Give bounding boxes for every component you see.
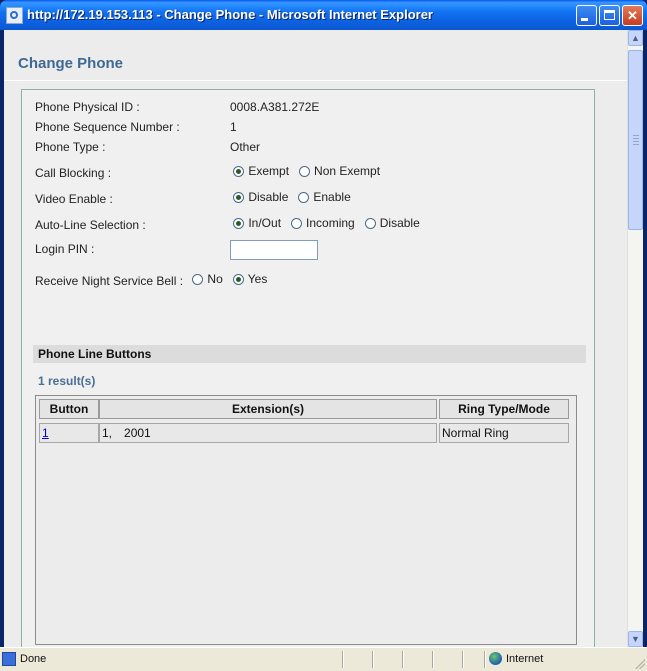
title-bar: http://172.19.153.113 - Change Phone - M… <box>0 0 647 30</box>
night-bell-yes-label: Yes <box>247 272 268 286</box>
night-bell-no-label: No <box>207 272 223 286</box>
vertical-scrollbar[interactable]: ▲ ▼ <box>627 30 643 647</box>
globe-icon <box>489 652 502 665</box>
sequence-value: 1 <box>230 120 237 134</box>
call-blocking-nonexempt-radio[interactable] <box>299 165 311 177</box>
auto-line-incoming-label: Incoming <box>306 216 355 230</box>
security-zone-label: Internet <box>506 653 544 665</box>
minimize-icon <box>581 18 588 21</box>
night-bell-options: No Yes <box>192 272 273 286</box>
phone-type-row: Phone Type : Other <box>35 140 260 154</box>
ie-page-icon <box>6 7 23 24</box>
phone-type-value: Other <box>230 140 261 154</box>
close-icon: ✕ <box>627 8 638 23</box>
video-enable-radio[interactable] <box>298 191 310 203</box>
physical-id-label: Phone Physical ID : <box>35 100 140 114</box>
sequence-row: Phone Sequence Number : 1 <box>35 120 237 134</box>
minimize-button[interactable] <box>576 5 597 26</box>
login-pin-row: Login PIN : <box>35 240 318 260</box>
scroll-thumb[interactable] <box>628 50 643 230</box>
scroll-up-button[interactable]: ▲ <box>628 30 643 46</box>
night-bell-yes-radio[interactable] <box>232 273 244 285</box>
auto-line-row: Auto-Line Selection : In/Out Incoming Di… <box>35 216 426 232</box>
extension-index: 1, <box>102 426 113 440</box>
resize-grip-icon[interactable] <box>635 659 645 669</box>
extension-number: 2001 <box>124 426 151 440</box>
night-bell-no-radio[interactable] <box>192 273 204 285</box>
auto-line-inout-radio[interactable] <box>233 217 245 229</box>
cell-button: 1 <box>39 423 99 443</box>
auto-line-label: Auto-Line Selection : <box>35 217 146 232</box>
night-bell-row: Receive Night Service Bell : No Yes <box>35 272 273 288</box>
maximize-button[interactable] <box>599 5 620 26</box>
phone-type-label: Phone Type : <box>35 140 106 154</box>
auto-line-options: In/Out Incoming Disable <box>233 216 425 230</box>
maximize-icon <box>604 10 615 20</box>
call-blocking-label: Call Blocking : <box>35 165 112 180</box>
video-disable-radio[interactable] <box>233 191 245 203</box>
night-bell-label: Receive Night Service Bell : <box>35 273 184 288</box>
call-blocking-exempt-label: Exempt <box>248 164 290 178</box>
scroll-down-button[interactable]: ▼ <box>628 631 643 647</box>
video-enable-label: Video Enable : <box>35 191 113 206</box>
line-buttons-table: Button Extension(s) Ring Type/Mode 1 1, 2… <box>35 395 577 645</box>
status-bar: Done Internet <box>0 647 647 671</box>
results-count: 1 result(s) <box>38 374 96 388</box>
call-blocking-exempt-radio[interactable] <box>233 165 245 177</box>
call-blocking-row: Call Blocking : Exempt Non Exempt <box>35 164 386 180</box>
browser-client-area: Change Phone Phone Physical ID : 0008.A38… <box>4 30 643 647</box>
page-content: Change Phone Phone Physical ID : 0008.A38… <box>4 30 627 647</box>
close-button[interactable]: ✕ <box>622 5 643 26</box>
status-text: Done <box>20 653 47 665</box>
column-header-ring-type[interactable]: Ring Type/Mode <box>439 399 569 419</box>
auto-line-incoming-radio[interactable] <box>291 217 303 229</box>
line-buttons-section-title: Phone Line Buttons <box>33 345 586 363</box>
call-blocking-nonexempt-label: Non Exempt <box>314 164 381 178</box>
browser-window: http://172.19.153.113 - Change Phone - M… <box>0 0 647 671</box>
phone-settings-panel: Phone Physical ID : 0008.A381.272E Phone … <box>21 89 595 647</box>
column-header-extensions[interactable]: Extension(s) <box>99 399 437 419</box>
cell-extensions: 1, 2001 <box>99 423 437 443</box>
chevron-down-icon: ▼ <box>631 634 640 644</box>
auto-line-disable-label: Disable <box>379 216 420 230</box>
window-title: http://172.19.153.113 - Change Phone - M… <box>27 7 433 22</box>
video-disable-label: Disable <box>248 190 289 204</box>
button-link[interactable]: 1 <box>42 426 49 440</box>
auto-line-disable-radio[interactable] <box>364 217 376 229</box>
video-enable-row: Video Enable : Disable Enable <box>35 190 357 206</box>
physical-id-row: Phone Physical ID : 0008.A381.272E <box>35 100 319 114</box>
chevron-up-icon: ▲ <box>631 33 640 43</box>
login-pin-label: Login PIN : <box>35 242 95 257</box>
ie-page-icon <box>2 652 16 666</box>
column-header-button[interactable]: Button <box>39 399 99 419</box>
auto-line-inout-label: In/Out <box>248 216 282 230</box>
page-title: Change Phone <box>18 55 124 72</box>
login-pin-input[interactable] <box>230 240 318 260</box>
call-blocking-options: Exempt Non Exempt <box>233 164 386 178</box>
video-enable-options: Disable Enable <box>233 190 356 204</box>
video-enable-option-label: Enable <box>313 190 351 204</box>
title-divider <box>4 80 627 81</box>
sequence-label: Phone Sequence Number : <box>35 120 180 134</box>
cell-ring-type: Normal Ring <box>439 423 569 443</box>
physical-id-value: 0008.A381.272E <box>230 100 320 114</box>
